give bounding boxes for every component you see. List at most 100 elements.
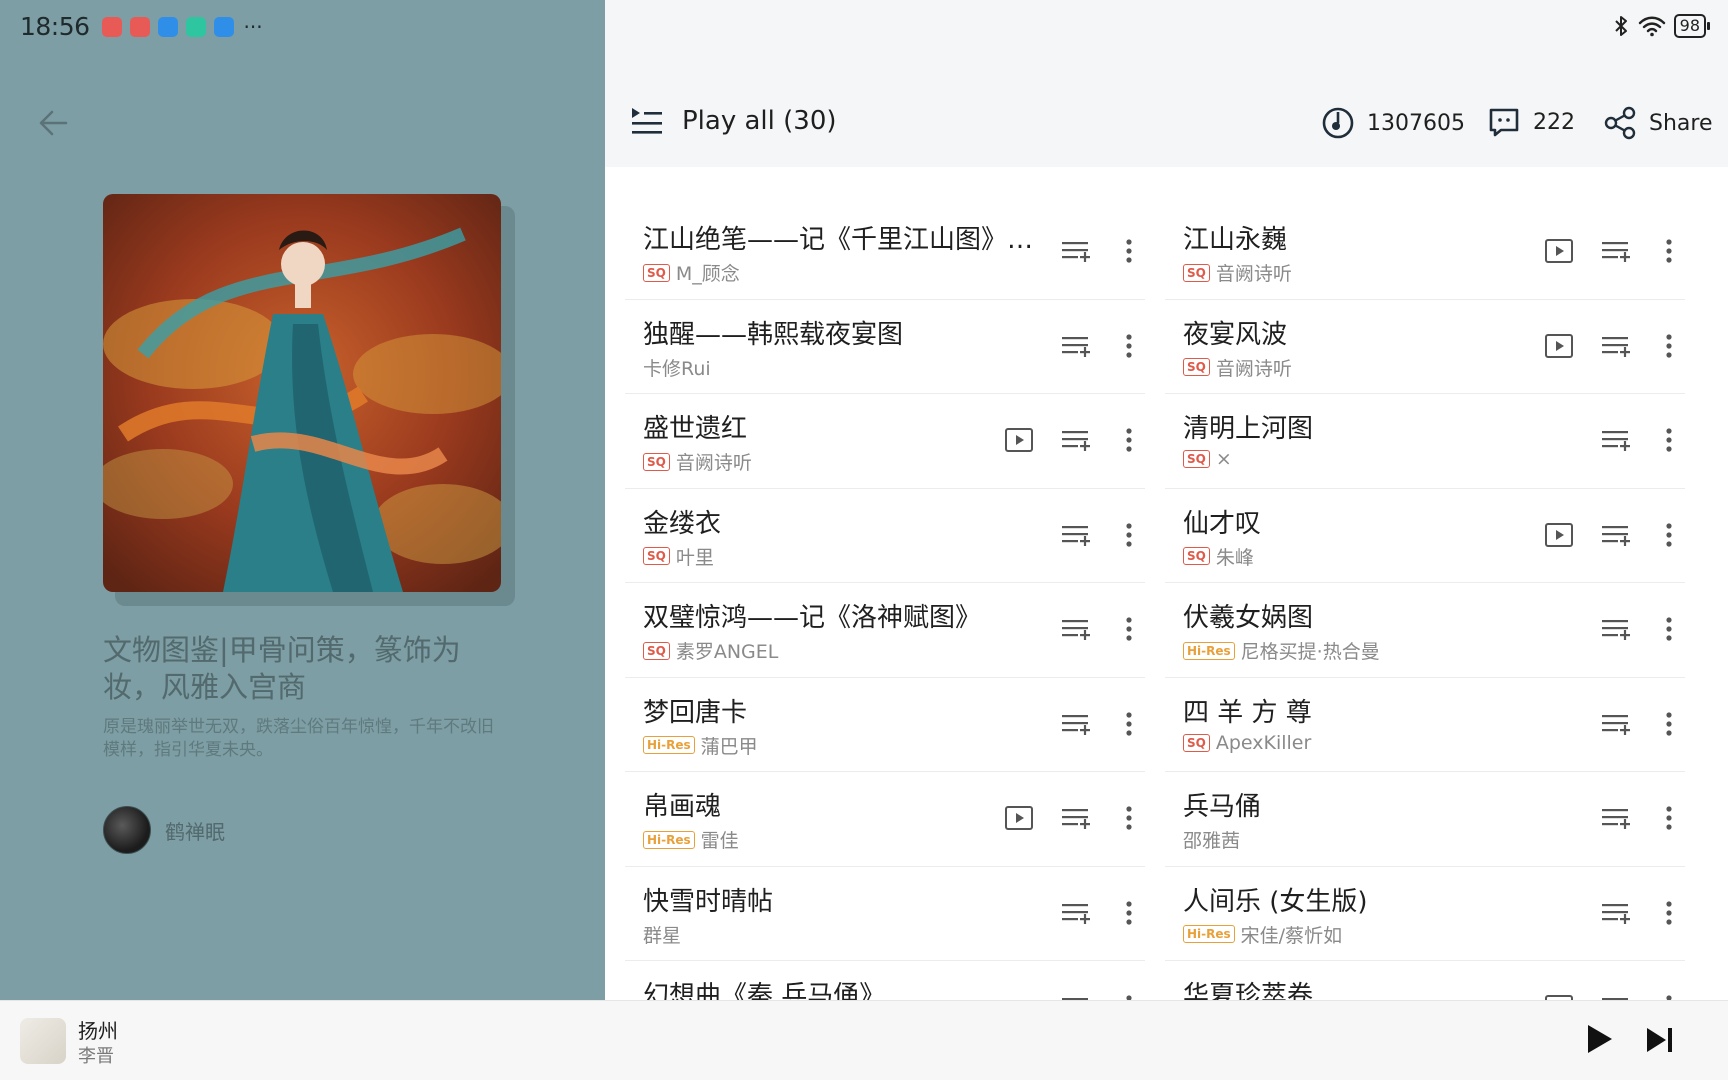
song-title: 清明上河图 — [1183, 414, 1314, 444]
song-row[interactable]: 兵马俑 邵雅茜 — [1165, 772, 1685, 867]
music-video-icon[interactable] — [1003, 802, 1035, 834]
add-to-queue-icon[interactable] — [1059, 802, 1091, 834]
status-bar-left: 18:56 ··· — [20, 12, 263, 41]
more-options-icon[interactable] — [1657, 708, 1681, 740]
quality-badge: SQ — [1183, 358, 1210, 376]
song-row[interactable]: 伏羲女娲图 Hi-Res 尼格买提·热合曼 — [1165, 583, 1685, 678]
playlist-cover-image[interactable] — [103, 194, 501, 592]
song-artist: 素罗ANGEL — [675, 641, 779, 663]
add-to-queue-icon[interactable] — [1059, 424, 1091, 456]
add-to-queue-icon[interactable] — [1059, 519, 1091, 551]
clock: 18:56 — [20, 12, 90, 41]
more-options-icon[interactable] — [1657, 235, 1681, 267]
song-meta: SQ 朱峰 — [1183, 543, 1254, 570]
comments-button[interactable]: 222 — [1487, 106, 1575, 138]
music-video-icon[interactable] — [1543, 519, 1575, 551]
battery-indicator: 98 — [1673, 14, 1711, 38]
song-meta: SQ 音阙诗听 — [643, 448, 752, 475]
creator-info[interactable]: 鹤禅眠 — [103, 806, 225, 854]
music-video-icon[interactable] — [1003, 424, 1035, 456]
playlist-description[interactable]: 原是瑰丽举世无双，跌落尘俗百年惊惶，千年不改旧模样，指引华夏未央。 — [103, 716, 503, 762]
next-track-icon[interactable] — [1642, 1023, 1676, 1057]
more-options-icon[interactable] — [1117, 613, 1141, 645]
cloud-notification-icon — [157, 16, 178, 37]
more-options-icon[interactable] — [1657, 897, 1681, 929]
now-playing-bar[interactable]: 扬州 李晋 — [0, 1000, 1728, 1080]
song-list: 江山绝笔——记《千里江山图》… SQ M_顾念 独醒——韩熙载夜宴图 卡修Rui 盛世遗红… — [605, 167, 1728, 1000]
song-title: 独醒——韩熙载夜宴图 — [643, 319, 904, 350]
add-to-queue-icon[interactable] — [1059, 235, 1091, 267]
song-row[interactable]: 帛画魂 Hi-Res 雷佳 — [625, 772, 1145, 867]
quality-badge: Hi-Res — [643, 736, 695, 754]
song-row[interactable]: 夜宴风波 SQ 音阙诗听 — [1165, 300, 1685, 394]
song-title: 盛世遗红 — [643, 414, 748, 444]
music-video-icon[interactable] — [1543, 330, 1575, 362]
play-icon[interactable] — [1580, 1021, 1616, 1057]
add-to-queue-icon[interactable] — [1059, 708, 1091, 740]
add-to-queue-icon[interactable] — [1599, 897, 1631, 929]
quality-badge: Hi-Res — [643, 830, 695, 849]
more-options-icon[interactable] — [1117, 708, 1141, 740]
song-row[interactable]: 仙才叹 SQ 朱峰 — [1165, 489, 1685, 583]
more-options-icon[interactable] — [1117, 897, 1141, 929]
share-button[interactable]: Share — [1603, 106, 1713, 140]
song-row[interactable]: 江山绝笔——记《千里江山图》… SQ M_顾念 — [625, 205, 1145, 300]
now-playing-album-art[interactable] — [20, 1018, 66, 1064]
more-options-icon[interactable] — [1117, 802, 1141, 834]
song-title: 帛画魂 — [643, 792, 722, 822]
add-to-queue-icon[interactable] — [1059, 613, 1091, 645]
more-options-icon[interactable] — [1117, 519, 1141, 551]
song-row[interactable]: 双璧惊鸿——记《洛神赋图》 SQ 素罗ANGEL — [625, 583, 1145, 678]
song-row[interactable]: 金缕衣 SQ 叶里 — [625, 489, 1145, 583]
song-row[interactable]: 独醒——韩熙载夜宴图 卡修Rui — [625, 300, 1145, 394]
more-options-icon[interactable] — [1117, 424, 1141, 456]
playlist-toolbar: Play all (30) 1307605 222 Share — [605, 88, 1728, 160]
song-meta: 邵雅茜 — [1183, 826, 1240, 853]
add-to-queue-icon[interactable] — [1059, 330, 1091, 362]
more-options-icon[interactable] — [1657, 613, 1681, 645]
song-meta: SQ 音阙诗听 — [1183, 354, 1292, 381]
song-row[interactable]: 华夏珍萃卷 — [1165, 961, 1685, 1000]
song-row[interactable]: 梦回唐卡 Hi-Res 蒲巴甲 — [625, 678, 1145, 772]
song-row[interactable]: 四 羊 方 尊 SQ ApexKiller — [1165, 678, 1685, 772]
play-all-button[interactable]: Play all (30) — [630, 106, 837, 136]
add-to-queue-icon[interactable] — [1599, 519, 1631, 551]
song-artist: 雷佳 — [700, 830, 739, 852]
more-options-icon[interactable] — [1657, 519, 1681, 551]
more-options-icon[interactable] — [1117, 991, 1141, 1000]
song-row[interactable]: 人间乐 (女生版) Hi-Res 宋佳/蔡忻如 — [1165, 867, 1685, 961]
add-to-queue-icon[interactable] — [1599, 708, 1631, 740]
add-to-queue-icon[interactable] — [1059, 991, 1091, 1000]
add-to-queue-icon[interactable] — [1059, 897, 1091, 929]
more-options-icon[interactable] — [1657, 330, 1681, 362]
song-row[interactable]: 快雪时晴帖 群星 — [625, 867, 1145, 961]
add-to-queue-icon[interactable] — [1599, 330, 1631, 362]
more-options-icon[interactable] — [1117, 235, 1141, 267]
add-to-queue-icon[interactable] — [1599, 235, 1631, 267]
song-row[interactable]: 江山永巍 SQ 音阙诗听 — [1165, 205, 1685, 300]
add-to-queue-icon[interactable] — [1599, 802, 1631, 834]
song-artist: 宋佳/蔡忻如 — [1240, 924, 1343, 947]
music-video-icon[interactable] — [1543, 235, 1575, 267]
song-title: 江山永巍 — [1183, 225, 1288, 255]
song-row[interactable]: 清明上河图 SQ × — [1165, 394, 1685, 489]
song-title: 双璧惊鸿——记《洛神赋图》 — [643, 603, 982, 633]
more-options-icon[interactable] — [1117, 330, 1141, 362]
more-options-icon[interactable] — [1657, 991, 1681, 1000]
creator-name[interactable]: 鹤禅眠 — [165, 816, 225, 845]
song-artist: × — [1215, 448, 1232, 470]
more-options-icon[interactable] — [1657, 424, 1681, 456]
song-title: 梦回唐卡 — [643, 697, 748, 728]
song-meta: SQ 音阙诗听 — [1183, 259, 1292, 286]
song-row[interactable]: 盛世遗红 SQ 音阙诗听 — [625, 394, 1145, 489]
add-to-queue-icon[interactable] — [1599, 424, 1631, 456]
add-to-queue-icon[interactable] — [1599, 613, 1631, 645]
back-arrow-icon[interactable] — [36, 106, 70, 140]
creator-avatar[interactable] — [103, 806, 151, 854]
song-title: 四 羊 方 尊 — [1183, 697, 1312, 728]
music-video-icon[interactable] — [1543, 991, 1575, 1000]
add-to-queue-icon[interactable] — [1599, 991, 1631, 1000]
song-row[interactable]: 幻想曲《秦.兵马俑》 — [625, 961, 1145, 1000]
quality-badge: Hi-Res — [1183, 641, 1235, 660]
more-options-icon[interactable] — [1657, 802, 1681, 834]
